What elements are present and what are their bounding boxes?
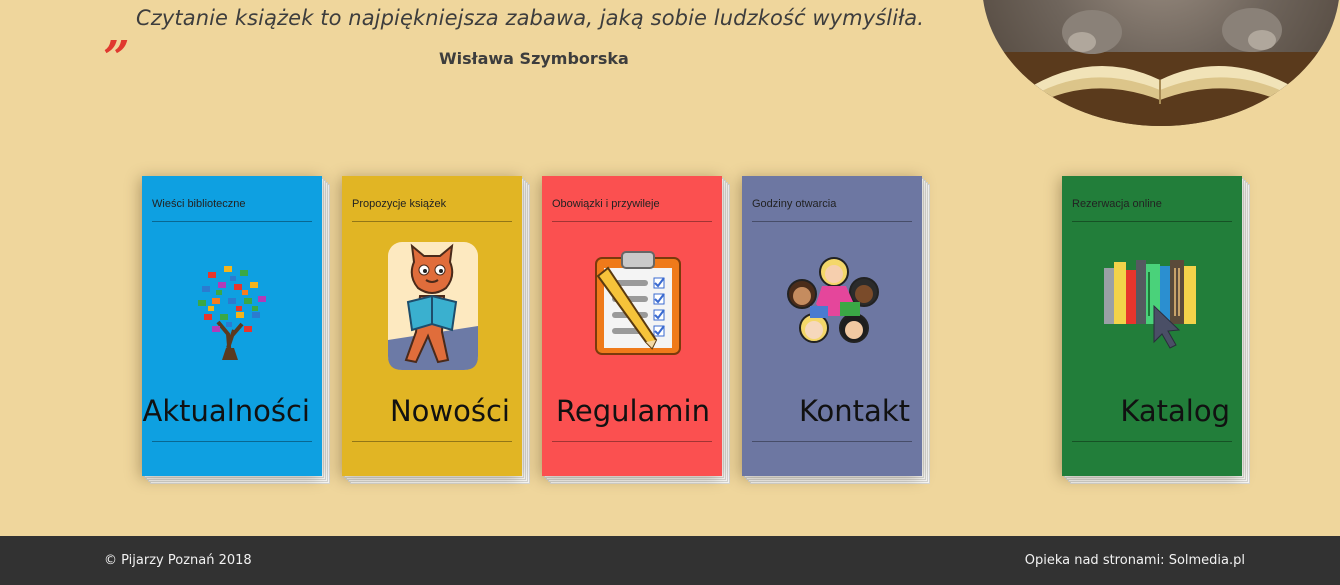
card-title: Katalog [1120,394,1230,428]
card-subtitle: Godziny otwarcia [752,198,837,210]
divider [1072,221,1232,222]
divider [752,221,912,222]
books-cursor-icon [1102,260,1202,350]
close-quote-mark: ” [930,0,957,28]
quote-author: Wisława Szymborska [439,49,629,68]
card-regulamin[interactable]: Obowiązki i przywileje Regulamin [542,176,730,484]
footer-copyright: © Pijarzy Poznań 2018 [104,553,252,568]
card-subtitle: Propozycje książek [352,198,447,210]
card-title: Aktualności [142,394,310,428]
divider [152,221,312,222]
reading-cat-icon [386,240,480,372]
cat-reading-photo [982,0,1340,126]
divider [552,441,712,442]
divider [352,221,512,222]
divider [552,221,712,222]
footer-care-link[interactable]: Opieka nad stronami: Solmedia.pl [1025,553,1245,568]
divider [152,441,312,442]
card-subtitle: Wieści biblioteczne [152,198,246,210]
card-nowosci[interactable]: Propozycje książek Nowości [342,176,530,484]
divider [752,441,912,442]
quote-text: Czytanie książek to najpiękniejsza zabaw… [136,6,925,30]
card-aktualnosci[interactable]: Wieści biblioteczne Aktualności [142,176,330,484]
footer: © Pijarzy Poznań 2018 Opieka nad stronam… [0,536,1340,585]
card-title: Kontakt [798,394,910,428]
open-quote-mark: „ [104,4,131,58]
divider [1072,441,1232,442]
card-kontakt[interactable]: Godziny otwarcia Kontakt [742,176,930,484]
card-subtitle: Rezerwacja online [1072,198,1162,210]
divider [352,441,512,442]
clipboard-icon [594,250,684,356]
card-katalog[interactable]: Rezerwacja online Katalog [1062,176,1250,484]
people-circle-icon [782,256,886,348]
butterfly-tree-icon [172,238,292,378]
card-title: Regulamin [556,394,710,428]
card-subtitle: Obowiązki i przywileje [552,198,660,210]
quote-section: „ Czytanie książek to najpiękniejsza zab… [0,0,980,90]
card-title: Nowości [389,394,510,428]
